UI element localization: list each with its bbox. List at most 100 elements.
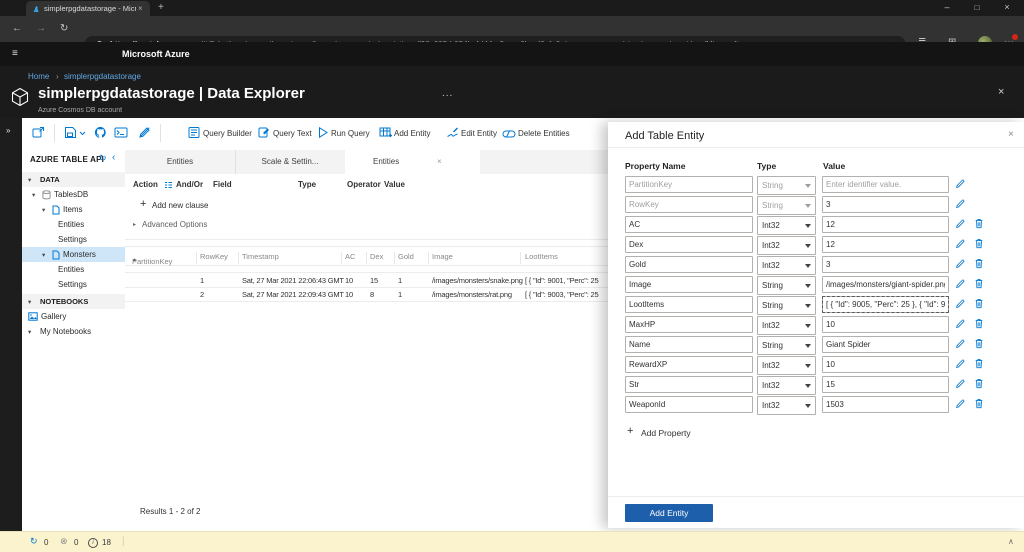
property-value-input-focused[interactable] [822,296,949,313]
edit-pencil-icon[interactable] [955,319,965,329]
property-value-input[interactable] [822,216,949,233]
edit-pencil-icon[interactable] [955,219,965,229]
col-rowkey[interactable]: RowKey [200,252,228,261]
back-icon[interactable]: ← [12,23,22,34]
property-name-input[interactable] [625,336,753,353]
window-minimize-button[interactable]: – [932,0,962,15]
delete-trash-icon[interactable] [974,298,984,309]
browser-tab[interactable]: simplerpgdatastorage - Microsof × [26,1,150,16]
property-name-input[interactable] [625,256,753,273]
sidebar-item-gallery[interactable]: Gallery [22,309,125,324]
property-name-input[interactable] [625,376,753,393]
add-entity-submit-button[interactable]: Add Entity [625,504,713,522]
panel-close-icon[interactable]: × [1008,129,1014,140]
property-type-select[interactable]: Int32 [757,216,816,235]
shell-terminal-icon[interactable] [114,127,128,138]
grid-row[interactable]: 2 Sat, 27 Mar 2021 22:09:43 GMT 10 8 1 /… [125,287,608,302]
edit-entity-button[interactable] [446,126,460,144]
advanced-options-link[interactable]: Advanced Options [142,220,207,229]
expand-nav-icon[interactable]: » [6,126,10,135]
delete-trash-icon[interactable] [974,258,984,269]
property-type-select[interactable]: String [757,276,816,295]
property-type-select[interactable]: Int32 [757,396,816,415]
property-name-input[interactable] [625,396,753,413]
property-type-select[interactable]: String [757,196,816,215]
blade-close-icon[interactable]: × [998,86,1004,98]
window-close-button[interactable]: × [992,0,1022,15]
property-type-select[interactable]: String [757,336,816,355]
error-icon[interactable]: ⊗ [60,536,68,547]
query-text-label[interactable]: Query Text [273,129,312,138]
property-type-select[interactable]: Int32 [757,256,816,275]
property-value-input[interactable] [822,356,949,373]
delete-trash-icon[interactable] [974,278,984,289]
col-ac[interactable]: AC [345,252,355,261]
property-name-input[interactable] [625,316,753,333]
delete-trash-icon[interactable] [974,218,984,229]
property-name-input[interactable] [625,216,753,233]
feedback-quill-icon[interactable] [138,126,151,139]
breadcrumb-current[interactable]: simplerpgdatastorage [64,72,141,81]
save-query-icon[interactable] [64,126,77,139]
github-icon[interactable] [94,126,107,139]
add-entity-label[interactable]: Add Entity [394,129,430,138]
property-value-input[interactable] [822,376,949,393]
sidebar-item-items-settings[interactable]: Settings [22,232,125,247]
edit-pencil-icon[interactable] [955,279,965,289]
fullscreen-icon[interactable] [32,126,45,139]
window-maximize-button[interactable]: □ [962,0,992,15]
delete-trash-icon[interactable] [974,358,984,369]
edit-pencil-icon[interactable] [955,359,965,369]
query-builder-label[interactable]: Query Builder [203,129,252,138]
edit-pencil-icon[interactable] [955,379,965,389]
sidebar-section-notebooks[interactable]: ▾ NOTEBOOKS [22,294,125,309]
property-type-select[interactable]: Int32 [757,356,816,375]
sidebar-refresh-icon[interactable]: ↻ [99,153,107,164]
property-value-input[interactable] [822,336,949,353]
delete-trash-icon[interactable] [974,378,984,389]
sidebar-item-monsters[interactable]: ▾ Monsters [22,247,125,262]
property-name-input[interactable] [625,196,753,213]
property-value-input[interactable] [822,316,949,333]
tri-right-icon[interactable]: ▸ [133,221,136,228]
delete-trash-icon[interactable] [974,398,984,409]
edit-pencil-icon[interactable] [955,399,965,409]
col-lootitems[interactable]: LootItems [525,252,558,261]
property-name-input[interactable] [625,296,753,313]
tab-close-icon[interactable]: × [437,157,442,166]
title-more-icon[interactable]: ... [442,88,453,99]
sidebar-section-data[interactable]: ▾ DATA [22,172,125,187]
property-type-select[interactable]: Int32 [757,236,816,255]
tab-entities-1[interactable]: Entities [125,150,236,174]
sidebar-item-items-entities[interactable]: Entities [22,217,125,232]
edit-pencil-icon[interactable] [955,199,965,209]
property-name-input[interactable] [625,356,753,373]
edit-pencil-icon[interactable] [955,179,965,189]
sidebar-item-my-notebooks[interactable]: ▾ My Notebooks [22,324,125,339]
azure-brand[interactable]: Microsoft Azure [122,49,190,59]
forward-icon[interactable]: → [36,23,46,34]
query-builder-button[interactable] [188,126,201,144]
property-value-input[interactable] [822,196,949,213]
edit-pencil-icon[interactable] [955,239,965,249]
add-entity-button[interactable] [379,126,392,144]
delete-trash-icon[interactable] [974,238,984,249]
col-timestamp[interactable]: Timestamp [242,252,279,261]
grid-row[interactable]: 1 Sat, 27 Mar 2021 22:06:43 GMT 10 15 1 … [125,272,608,288]
property-type-select[interactable]: Int32 [757,316,816,335]
sidebar-item-tablesdb[interactable]: ▾ TablesDB [22,187,125,202]
property-type-select[interactable]: Int32 [757,376,816,395]
tab-close-icon[interactable]: × [138,4,143,13]
plus-icon[interactable]: + [140,198,146,210]
property-value-input[interactable] [822,236,949,253]
breadcrumb-home[interactable]: Home [28,72,49,81]
add-property-link[interactable]: Add Property [641,428,691,438]
property-value-input[interactable] [822,396,949,413]
add-new-clause-link[interactable]: Add new clause [152,201,208,210]
property-value-input[interactable] [822,176,949,193]
property-name-input[interactable] [625,236,753,253]
delete-trash-icon[interactable] [974,338,984,349]
edit-pencil-icon[interactable] [955,259,965,269]
property-type-select[interactable]: String [757,296,816,315]
refresh-icon[interactable]: ↻ [60,23,68,34]
